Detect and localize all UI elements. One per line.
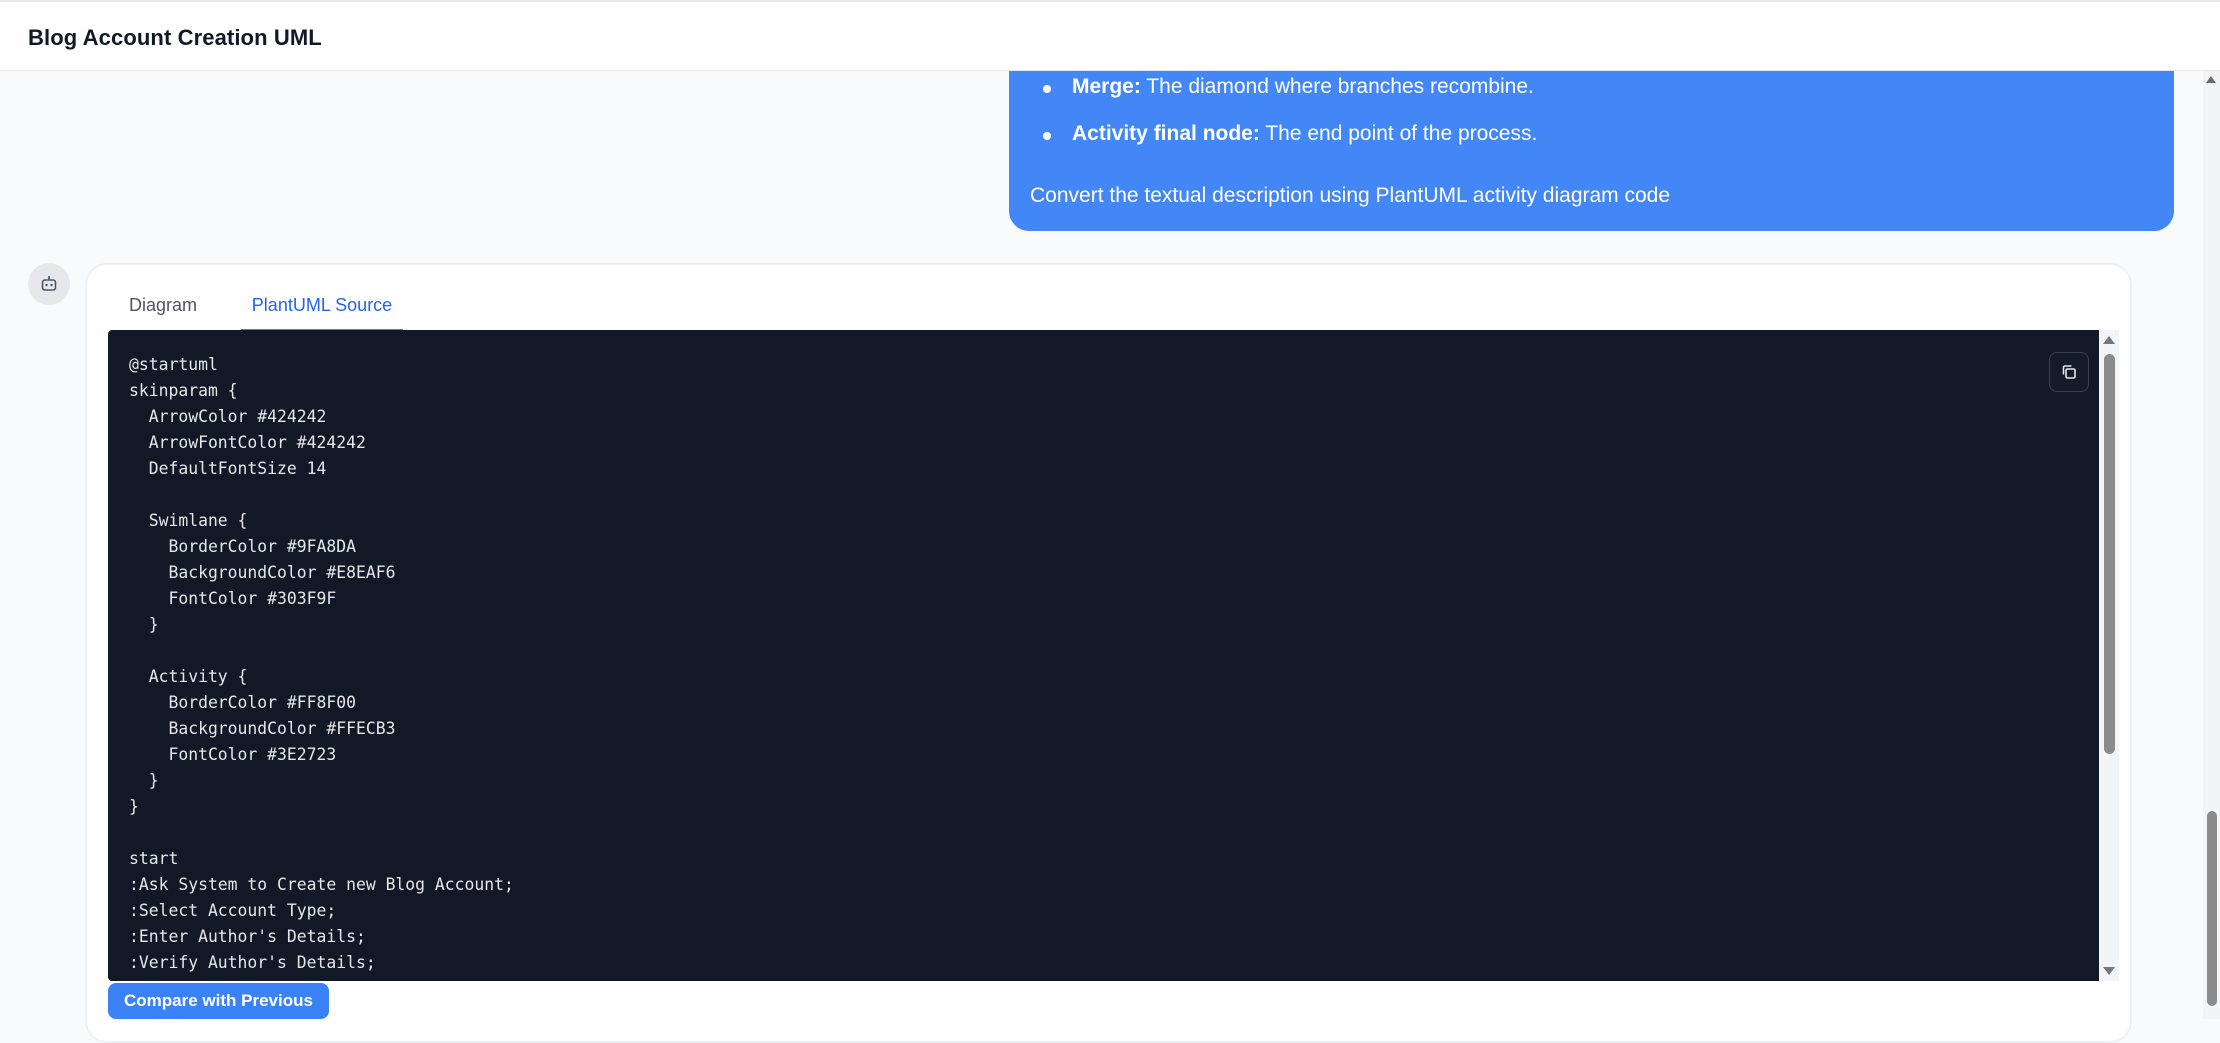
page-title: Blog Account Creation UML xyxy=(28,25,322,50)
tab-plantuml-source[interactable]: PlantUML Source xyxy=(241,295,403,332)
scroll-down-icon[interactable] xyxy=(2103,967,2115,975)
compare-with-previous-button[interactable]: Compare with Previous xyxy=(108,983,329,1019)
robot-icon xyxy=(41,276,57,291)
page-scrollbar[interactable] xyxy=(2203,71,2220,1019)
scroll-up-icon[interactable] xyxy=(2103,336,2115,344)
code-block[interactable]: @startuml skinparam { ArrowColor #424242… xyxy=(108,330,2099,981)
message-closing-text: Convert the textual description using Pl… xyxy=(1030,184,1671,207)
bullet-term: Merge: xyxy=(1072,75,1141,98)
bullet-text: The end point of the process. xyxy=(1259,122,1538,145)
bullet-term: Activity final node: xyxy=(1072,122,1260,145)
tab-diagram[interactable]: Diagram xyxy=(129,295,197,316)
scroll-up-icon[interactable] xyxy=(2206,76,2216,83)
code-scrollbar[interactable] xyxy=(2099,330,2119,981)
scrollbar-thumb[interactable] xyxy=(2104,354,2115,754)
assistant-avatar xyxy=(28,263,70,305)
plantuml-code: @startuml skinparam { ArrowColor #424242… xyxy=(129,355,514,972)
bullet-text: The diamond where branches recombine. xyxy=(1140,75,1534,98)
copy-icon xyxy=(2062,365,2076,379)
user-message-bubble: Merge: The diamond where branches recomb… xyxy=(1009,71,2174,231)
list-item: Activity final node: The end point of th… xyxy=(1042,122,1538,146)
assistant-response-card: Diagram PlantUML Source @startuml skinpa… xyxy=(85,263,2132,1043)
top-header: Blog Account Creation UML xyxy=(0,0,2220,71)
list-item: Merge: The diamond where branches recomb… xyxy=(1043,75,1534,99)
copy-button[interactable] xyxy=(2049,352,2089,392)
scrollbar-thumb[interactable] xyxy=(2207,811,2217,1006)
